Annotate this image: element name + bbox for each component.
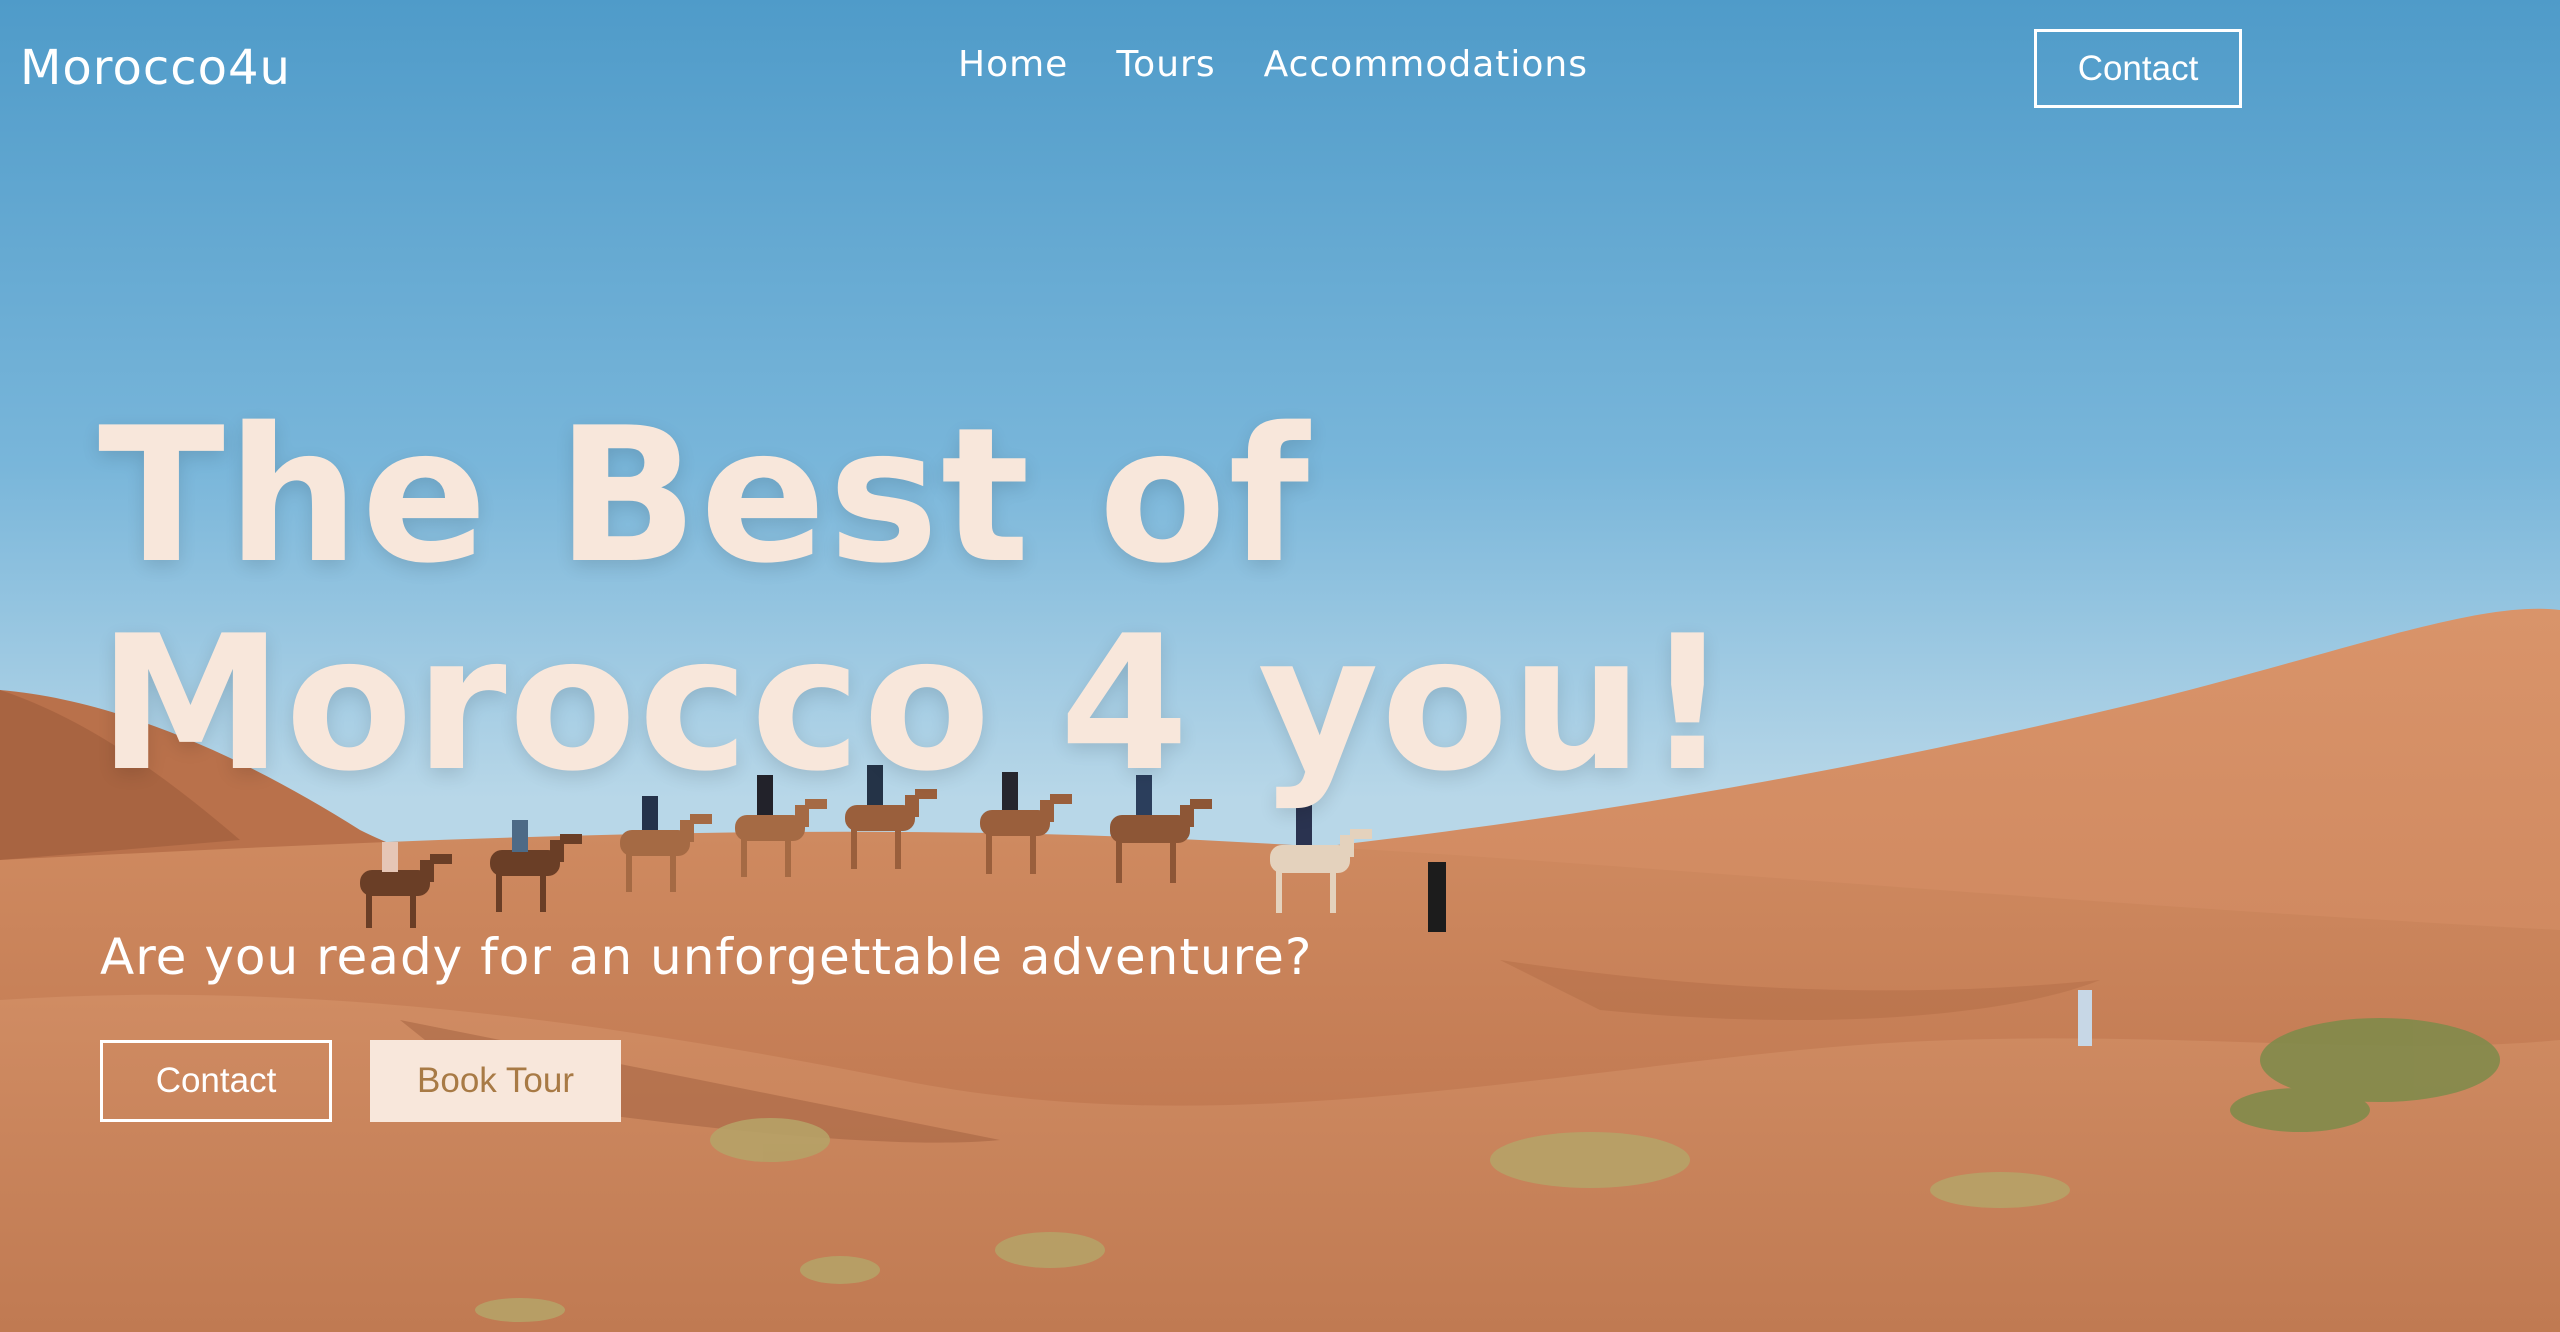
hero-section: Morocco4u Home Tours Accommodations Cont…: [0, 0, 2560, 1332]
brand-logo[interactable]: Morocco4u: [20, 40, 291, 96]
main-nav: Home Tours Accommodations: [958, 44, 1588, 85]
hero-headline-line2: Morocco 4 you!: [98, 595, 1732, 812]
nav-link-accommodations[interactable]: Accommodations: [1264, 44, 1588, 85]
hero-headline: The Best of Morocco 4 you!: [98, 392, 1732, 808]
hero-headline-line1: The Best of: [98, 387, 1312, 604]
hero-subheading: Are you ready for an unforgettable adven…: [100, 928, 1313, 986]
book-tour-button[interactable]: Book Tour: [370, 1040, 621, 1122]
nav-link-home[interactable]: Home: [958, 44, 1068, 85]
hero-contact-button[interactable]: Contact: [100, 1040, 332, 1122]
nav-contact-button[interactable]: Contact: [2034, 29, 2242, 108]
nav-link-tours[interactable]: Tours: [1116, 44, 1215, 85]
